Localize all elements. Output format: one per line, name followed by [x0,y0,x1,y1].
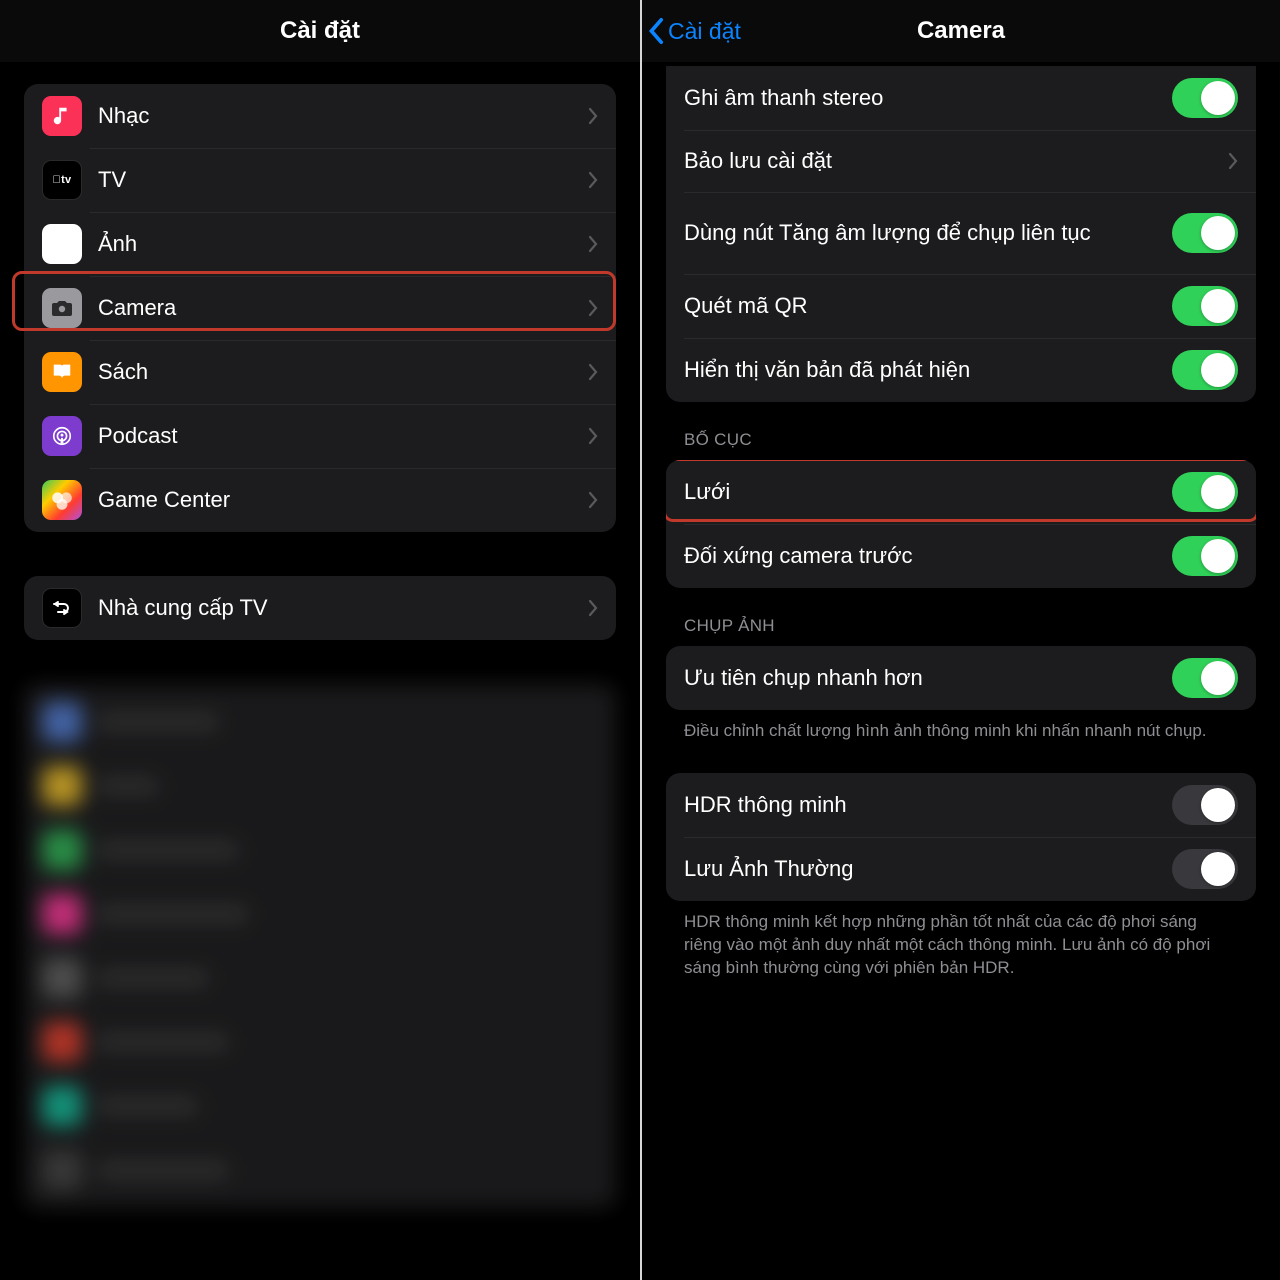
toggle-keep-normal[interactable] [1172,849,1238,889]
chevron-right-icon [588,363,598,381]
footer-capture: Điều chỉnh chất lượng hình ảnh thông min… [666,710,1256,743]
row-label: Bảo lưu cài đặt [684,147,1220,175]
settings-row-tvprovider[interactable]: Nhà cung cấp TV [24,576,616,640]
row-label: Podcast [98,422,580,450]
back-button[interactable]: Cài đặt [648,0,741,62]
tv-icon: tv [42,160,82,200]
section-header-layout: BỐ CỤC [666,402,1256,460]
tvprovider-icon [42,588,82,628]
settings-row-tv[interactable]: tv TV [24,148,616,212]
row-label: Game Center [98,486,580,514]
row-label: Nhạc [98,102,580,130]
row-label: TV [98,166,580,194]
photos-icon [42,224,82,264]
page-title: Camera [917,17,1005,45]
chevron-right-icon [588,491,598,509]
row-label: Dùng nút Tăng âm lượng để chụp liên tục [684,219,1172,247]
chevron-right-icon [588,599,598,617]
row-mirror-front[interactable]: Đối xứng camera trước [666,524,1256,588]
toggle-volume-burst[interactable] [1172,213,1238,253]
row-smart-hdr[interactable]: HDR thông minh [666,773,1256,837]
camera-icon [42,288,82,328]
toggle-qr[interactable] [1172,286,1238,326]
chevron-right-icon [588,427,598,445]
settings-row-camera[interactable]: Camera [24,276,616,340]
chevron-right-icon [588,235,598,253]
settings-row-books[interactable]: Sách [24,340,616,404]
toggle-stereo[interactable] [1172,78,1238,118]
camera-group-main: Ghi âm thanh stereo Bảo lưu cài đặt Dùng… [666,66,1256,402]
toggle-mirror-front[interactable] [1172,536,1238,576]
row-label: Ghi âm thanh stereo [684,84,1172,112]
chevron-right-icon [588,107,598,125]
settings-row-podcast[interactable]: Podcast [24,404,616,468]
camera-navbar: Cài đặt Camera [642,0,1280,62]
row-keep-normal[interactable]: Lưu Ảnh Thường [666,837,1256,901]
settings-row-photos[interactable]: Ảnh [24,212,616,276]
toggle-grid[interactable] [1172,472,1238,512]
toggle-smart-hdr[interactable] [1172,785,1238,825]
toggle-detected-text[interactable] [1172,350,1238,390]
row-label: Lưới [684,478,1172,506]
page-title: Cài đặt [280,17,360,45]
settings-group-apps: Nhạc tv TV [24,84,616,532]
row-label: Camera [98,294,580,322]
chevron-right-icon [588,171,598,189]
row-faster-shot[interactable]: Ưu tiên chụp nhanh hơn [666,646,1256,710]
row-stereo[interactable]: Ghi âm thanh stereo [666,66,1256,130]
gamecenter-icon [42,480,82,520]
section-header-capture: CHỤP ẢNH [666,588,1256,646]
camera-group-hdr: HDR thông minh Lưu Ảnh Thường [666,773,1256,901]
toggle-faster-shot[interactable] [1172,658,1238,698]
settings-navbar: Cài đặt [0,0,640,62]
settings-row-gamecenter[interactable]: Game Center [24,468,616,532]
chevron-left-icon [648,17,666,45]
settings-group-tvprovider: Nhà cung cấp TV [24,576,616,640]
settings-group-blurred [24,684,616,1208]
row-label: Lưu Ảnh Thường [684,855,1172,883]
row-label: Quét mã QR [684,292,1172,320]
settings-row-music[interactable]: Nhạc [24,84,616,148]
row-label: Ảnh [98,230,580,258]
row-label: Sách [98,358,580,386]
chevron-right-icon [1228,152,1238,170]
row-label: Ưu tiên chụp nhanh hơn [684,664,1172,692]
row-preserve-settings[interactable]: Bảo lưu cài đặt [666,130,1256,192]
books-icon [42,352,82,392]
music-icon [42,96,82,136]
back-label: Cài đặt [668,18,741,45]
camera-group-capture: Ưu tiên chụp nhanh hơn [666,646,1256,710]
row-detected-text[interactable]: Hiển thị văn bản đã phát hiện [666,338,1256,402]
row-label: HDR thông minh [684,791,1172,819]
row-volume-burst[interactable]: Dùng nút Tăng âm lượng để chụp liên tục [666,192,1256,274]
camera-group-layout: Lưới Đối xứng camera trước [666,460,1256,588]
chevron-right-icon [588,299,598,317]
row-label: Đối xứng camera trước [684,542,1172,570]
footer-hdr: HDR thông minh kết hợp những phần tốt nh… [666,901,1256,1000]
podcast-icon [42,416,82,456]
row-grid[interactable]: Lưới [666,460,1256,524]
row-qr[interactable]: Quét mã QR [666,274,1256,338]
row-label: Hiển thị văn bản đã phát hiện [684,356,1172,384]
row-label: Nhà cung cấp TV [98,594,580,622]
